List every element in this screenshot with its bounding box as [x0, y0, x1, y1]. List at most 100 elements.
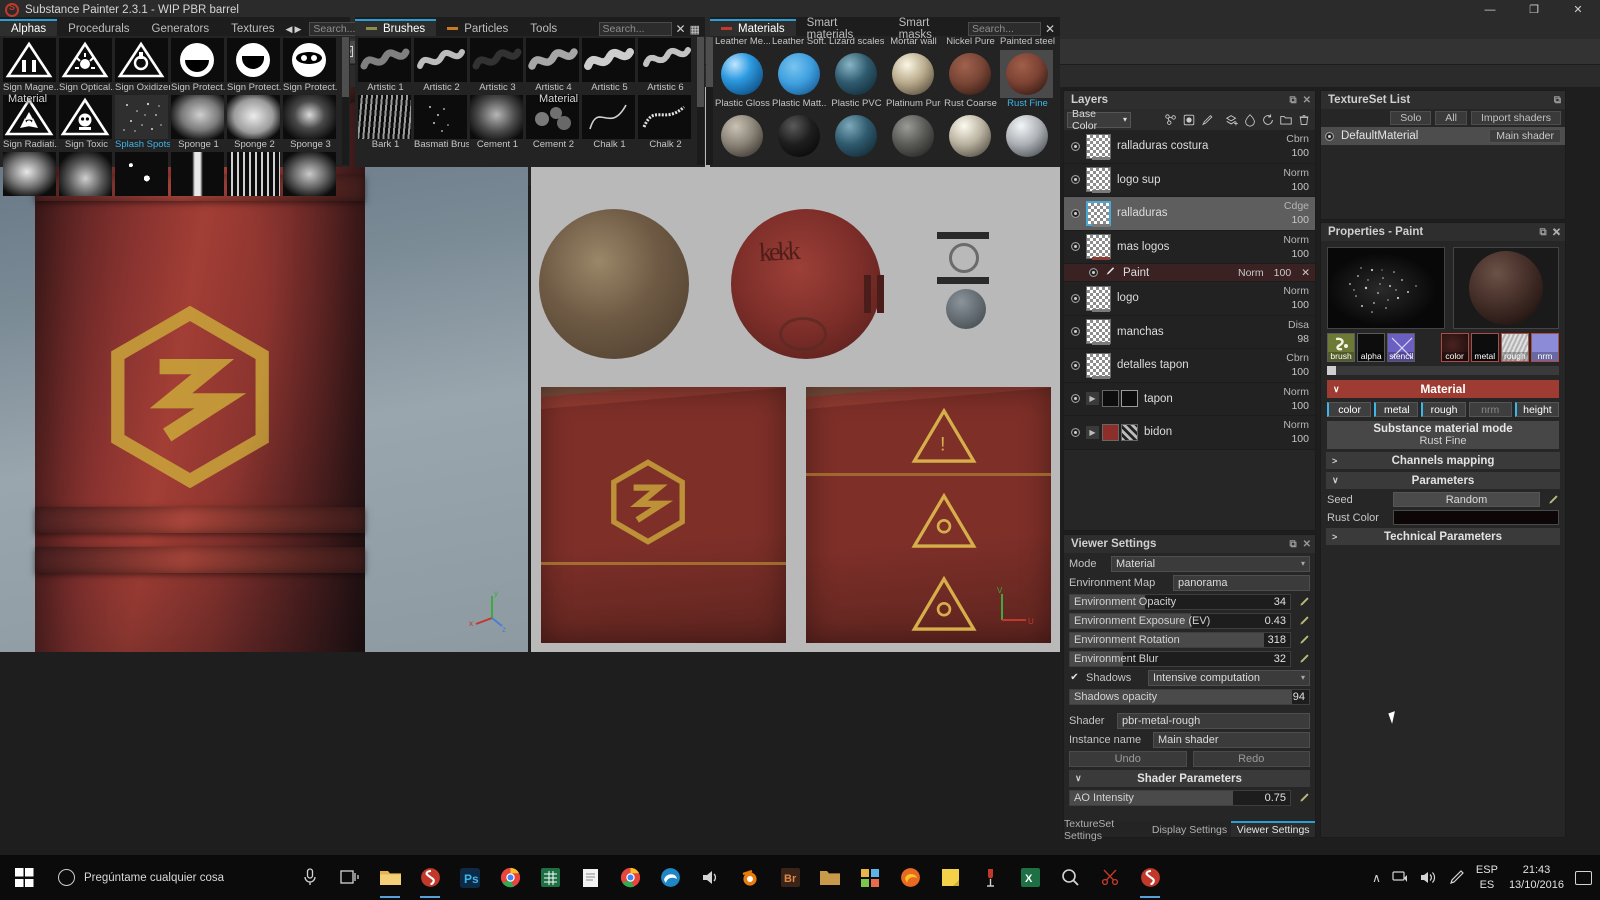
bridge-icon[interactable]: Br: [770, 855, 810, 900]
import-shaders-button[interactable]: Import shaders: [1471, 111, 1561, 125]
list-item[interactable]: Sign Toxic: [59, 95, 114, 151]
tab-smart-masks[interactable]: Smart masks: [888, 19, 968, 36]
layer-thumbnail[interactable]: [1086, 134, 1111, 159]
materials-scrollbar[interactable]: [706, 37, 713, 165]
group-expand-icon[interactable]: ▶: [1086, 392, 1099, 405]
list-item[interactable]: [772, 112, 827, 160]
list-item[interactable]: Rust Coarse: [943, 50, 998, 110]
file-explorer-icon[interactable]: [370, 855, 410, 900]
seed-edit-icon[interactable]: [1548, 494, 1559, 505]
language-indicator[interactable]: ESP ES: [1476, 863, 1498, 893]
list-item[interactable]: Chalk 1: [582, 95, 637, 151]
group-mask-thumbnail[interactable]: [1121, 390, 1138, 407]
table-row[interactable]: ralladuras costura Cbrn 100: [1064, 130, 1315, 164]
excel-2-icon[interactable]: X: [1010, 855, 1050, 900]
textureset-shader[interactable]: Main shader: [1489, 129, 1561, 143]
tab-textureset-settings[interactable]: TextureSet Settings: [1064, 821, 1148, 837]
layer-thumbnail[interactable]: [1086, 353, 1111, 378]
materials-grid-row1[interactable]: Plastic Gloss... Plastic Matt... Plastic…: [710, 49, 1060, 111]
channel-rough-button[interactable]: rough: [1421, 402, 1465, 417]
group-visibility-toggle[interactable]: [1064, 428, 1086, 437]
tab-alphas[interactable]: Alphas: [0, 19, 57, 36]
table-row[interactable]: ▶ tapon Norm 100: [1064, 383, 1315, 417]
tab-prev-icon[interactable]: ◀: [286, 24, 293, 35]
list-item[interactable]: Sign Protect...: [171, 38, 226, 94]
list-item[interactable]: Splash Spots: [115, 95, 170, 151]
list-item[interactable]: Sign Protect...: [283, 38, 338, 94]
material-section-header[interactable]: ∨ Material: [1327, 380, 1559, 398]
tab-materials[interactable]: Materials: [710, 19, 796, 36]
list-item[interactable]: [283, 152, 338, 196]
substance-2-icon[interactable]: [1130, 855, 1170, 900]
env-rotation-slider[interactable]: Environment Rotation 318: [1069, 632, 1291, 648]
brushes-search-clear-icon[interactable]: ✕: [676, 22, 686, 36]
pen-tray-icon[interactable]: [1448, 869, 1465, 886]
substance-painter-icon[interactable]: [410, 855, 450, 900]
brush-chip[interactable]: brush: [1327, 333, 1355, 362]
group-visibility-toggle[interactable]: [1064, 394, 1086, 403]
volume-icon[interactable]: [1420, 870, 1437, 885]
viewer-close-icon[interactable]: ✕: [1303, 539, 1311, 550]
network-icon[interactable]: [1392, 870, 1409, 885]
task-view-icon[interactable]: [330, 855, 370, 900]
list-item[interactable]: Cement 1: [470, 95, 525, 151]
layer-thumbnail[interactable]: [1086, 286, 1111, 311]
layer-visibility-toggle[interactable]: [1064, 327, 1086, 336]
list-item[interactable]: Artistic 5: [582, 38, 637, 94]
group-thumbnail[interactable]: [1102, 424, 1119, 441]
list-item[interactable]: [1000, 112, 1055, 160]
substance-material-mode[interactable]: Substance material mode Rust Fine ✕: [1327, 421, 1559, 449]
layer-thumbnail[interactable]: [1086, 201, 1111, 226]
layer-visibility-toggle[interactable]: [1064, 361, 1086, 370]
chrome-2-icon[interactable]: [610, 855, 650, 900]
add-paint-layer-icon[interactable]: [1242, 112, 1258, 128]
list-item[interactable]: Plastic PVC: [829, 50, 884, 110]
textureset-visibility-toggle[interactable]: [1325, 132, 1334, 141]
list-item[interactable]: Basmati Brush: [414, 95, 469, 151]
layer-thumbnail[interactable]: [1086, 319, 1111, 344]
cortana-search-box[interactable]: Pregúntame cualquier cosa: [48, 855, 288, 900]
tab-generators[interactable]: Generators: [141, 19, 221, 36]
channel-scrollbar[interactable]: [1327, 366, 1559, 375]
env-opacity-slider[interactable]: Environment Opacity 34: [1069, 594, 1291, 610]
list-item[interactable]: Bark 1: [358, 95, 413, 151]
scissors-icon[interactable]: [1090, 855, 1130, 900]
viewer-float-icon[interactable]: ⧉: [1289, 539, 1296, 550]
tab-brushes[interactable]: Brushes: [355, 19, 436, 36]
channel-nrm-button[interactable]: nrm: [1469, 402, 1512, 417]
chrome-icon[interactable]: [490, 855, 530, 900]
shadows-combo[interactable]: Intensive computation: [1148, 670, 1310, 686]
list-item[interactable]: Artistic 3: [470, 38, 525, 94]
start-button[interactable]: [0, 855, 48, 900]
props-float-icon[interactable]: ⧉: [1539, 227, 1546, 238]
maximize-button[interactable]: ❐: [1512, 0, 1556, 19]
tsl-float-icon[interactable]: ⧉: [1554, 95, 1561, 106]
channels-mapping-header[interactable]: > Channels mapping: [1326, 452, 1560, 469]
table-row[interactable]: ralladuras Cdge 100: [1064, 197, 1315, 231]
solo-button[interactable]: Solo: [1390, 111, 1431, 125]
list-item[interactable]: [171, 152, 226, 196]
list-item[interactable]: [886, 112, 941, 160]
shadows-opacity-slider[interactable]: Shadows opacity 94: [1069, 689, 1310, 705]
layer-visibility-toggle[interactable]: [1064, 142, 1086, 151]
list-item[interactable]: [715, 112, 770, 160]
add-folder-icon[interactable]: [1278, 112, 1294, 128]
effect-remove-icon[interactable]: ✕: [1301, 267, 1310, 279]
env-blur-slider[interactable]: Environment Blur 32: [1069, 651, 1291, 667]
notepad-icon[interactable]: [570, 855, 610, 900]
mode-combo[interactable]: Material: [1111, 556, 1310, 572]
list-item[interactable]: Artistic 2: [414, 38, 469, 94]
metal-channel-chip[interactable]: metal: [1471, 333, 1499, 362]
rust-color-swatch[interactable]: [1393, 510, 1559, 525]
technical-parameters-header[interactable]: > Technical Parameters: [1326, 528, 1560, 545]
list-item[interactable]: Sign Oxidizer: [115, 38, 170, 94]
table-row[interactable]: ▶ bidon Norm 100: [1064, 416, 1315, 450]
tab-particles[interactable]: Particles: [436, 19, 519, 36]
add-mask-icon[interactable]: [1181, 112, 1197, 128]
paint-mask-icon[interactable]: [1199, 112, 1215, 128]
env-blur-edit-icon[interactable]: [1299, 653, 1310, 664]
excel-icon[interactable]: [530, 855, 570, 900]
taskbar-clock[interactable]: 21:43 13/10/2016: [1509, 863, 1564, 893]
viewport-2d[interactable]: kekk !: [531, 87, 1060, 652]
minimize-button[interactable]: —: [1468, 0, 1512, 19]
